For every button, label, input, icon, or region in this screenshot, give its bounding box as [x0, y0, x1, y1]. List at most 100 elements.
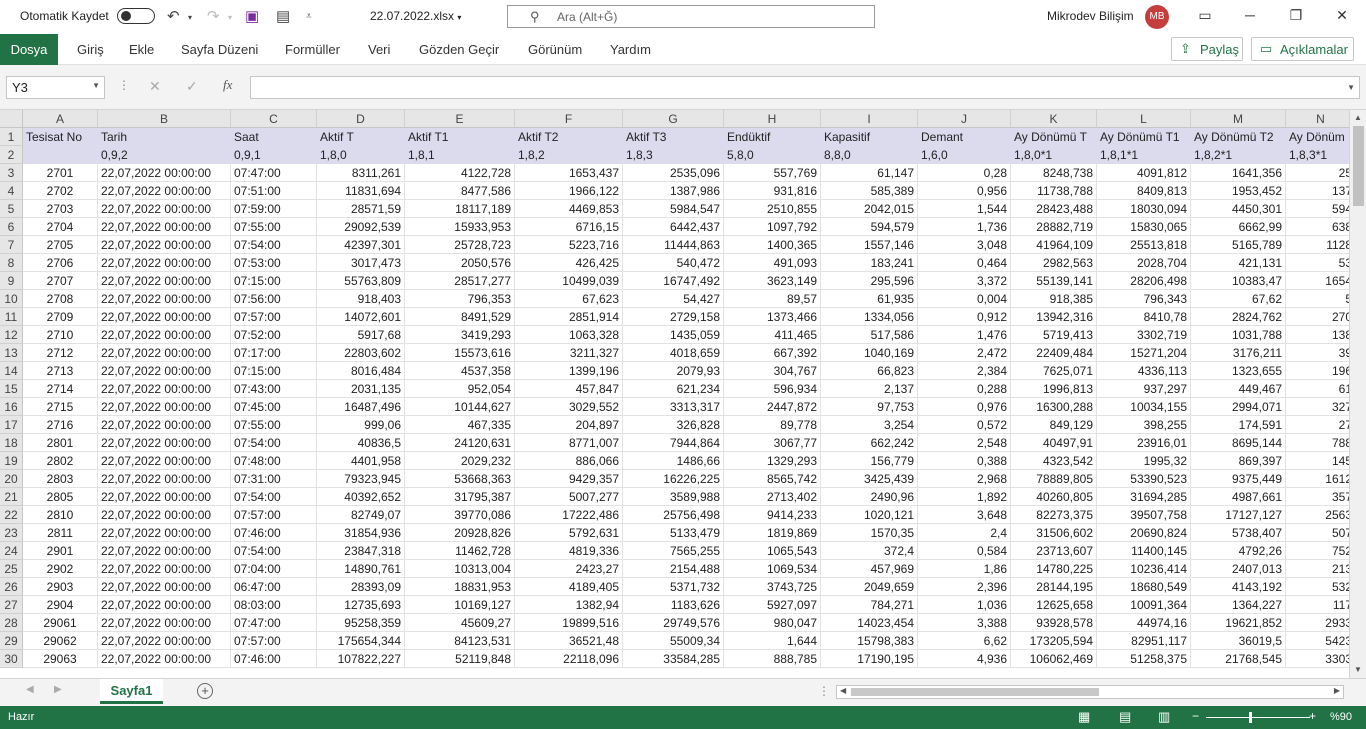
table-cell[interactable]: 8248,738 — [1011, 164, 1097, 182]
table-cell[interactable]: 22,07,2022 00:00:00 — [98, 344, 231, 362]
table-cell[interactable]: 1040,169 — [821, 344, 918, 362]
table-cell[interactable]: 1,86 — [918, 560, 1011, 578]
table-cell[interactable]: 9375,449 — [1191, 470, 1286, 488]
table-cell[interactable]: 3302,719 — [1097, 326, 1191, 344]
table-cell[interactable]: 3303 — [1286, 650, 1349, 668]
table-cell[interactable]: 29062 — [23, 632, 98, 650]
table-cell[interactable]: 39507,758 — [1097, 506, 1191, 524]
row-header[interactable]: 10 — [0, 290, 23, 308]
table-cell[interactable]: 22,07,2022 00:00:00 — [98, 470, 231, 488]
table-cell[interactable]: 2,968 — [918, 470, 1011, 488]
table-cell[interactable]: 2714 — [23, 380, 98, 398]
table-cell[interactable]: 16226,225 — [623, 470, 724, 488]
table-cell[interactable]: 8565,742 — [724, 470, 821, 488]
row-header[interactable]: 14 — [0, 362, 23, 380]
table-cell[interactable]: 07:52:00 — [231, 326, 317, 344]
code-cell[interactable] — [23, 146, 98, 164]
table-cell[interactable]: 2563 — [1286, 506, 1349, 524]
table-cell[interactable]: 10313,004 — [405, 560, 515, 578]
column-header-i[interactable]: I — [821, 110, 918, 128]
row-header[interactable]: 25 — [0, 560, 23, 578]
table-cell[interactable]: 2994,071 — [1191, 398, 1286, 416]
table-cell[interactable]: 3,048 — [918, 236, 1011, 254]
table-cell[interactable]: 421,131 — [1191, 254, 1286, 272]
table-cell[interactable]: 2042,015 — [821, 200, 918, 218]
table-cell[interactable]: 2709 — [23, 308, 98, 326]
table-cell[interactable]: 39770,086 — [405, 506, 515, 524]
table-cell[interactable]: 3029,552 — [515, 398, 623, 416]
table-cell[interactable]: 61,147 — [821, 164, 918, 182]
table-cell[interactable]: 97,753 — [821, 398, 918, 416]
row-header[interactable]: 30 — [0, 650, 23, 668]
vertical-scrollbar[interactable]: ▲ ▼ — [1349, 110, 1366, 678]
table-cell[interactable]: 3,648 — [918, 506, 1011, 524]
table-cell[interactable]: 784,271 — [821, 596, 918, 614]
row-header[interactable]: 19 — [0, 452, 23, 470]
table-cell[interactable]: 4469,853 — [515, 200, 623, 218]
table-cell[interactable]: 15933,953 — [405, 218, 515, 236]
header-cell[interactable]: Aktif T3 — [623, 128, 724, 146]
table-cell[interactable]: 2801 — [23, 434, 98, 452]
table-cell[interactable]: 28206,498 — [1097, 272, 1191, 290]
table-cell[interactable]: 2729,158 — [623, 308, 724, 326]
table-cell[interactable]: 25728,723 — [405, 236, 515, 254]
table-cell[interactable]: 16300,288 — [1011, 398, 1097, 416]
code-cell[interactable]: 1,6,0 — [918, 146, 1011, 164]
row-header[interactable]: 12 — [0, 326, 23, 344]
table-cell[interactable]: 1653,437 — [515, 164, 623, 182]
table-cell[interactable]: 327 — [1286, 398, 1349, 416]
table-cell[interactable]: 1382,94 — [515, 596, 623, 614]
code-cell[interactable]: 0,9,1 — [231, 146, 317, 164]
table-cell[interactable]: 22,07,2022 00:00:00 — [98, 416, 231, 434]
table-cell[interactable]: 0,912 — [918, 308, 1011, 326]
row-header[interactable]: 18 — [0, 434, 23, 452]
save-icon[interactable]: ▣ — [245, 7, 259, 25]
table-cell[interactable]: 1,476 — [918, 326, 1011, 344]
table-cell[interactable]: 13942,316 — [1011, 308, 1097, 326]
table-cell[interactable]: 3623,149 — [724, 272, 821, 290]
prev-sheet-icon[interactable]: ◀ — [26, 684, 34, 695]
table-cell[interactable]: 31506,602 — [1011, 524, 1097, 542]
table-cell[interactable]: 796,343 — [1097, 290, 1191, 308]
table-cell[interactable]: 2715 — [23, 398, 98, 416]
table-cell[interactable]: 07:54:00 — [231, 236, 317, 254]
table-cell[interactable]: 1,736 — [918, 218, 1011, 236]
table-cell[interactable]: 42397,301 — [317, 236, 405, 254]
header-cell[interactable]: Ay Dönümü T — [1011, 128, 1097, 146]
table-cell[interactable]: 1323,655 — [1191, 362, 1286, 380]
table-cell[interactable]: 07:55:00 — [231, 416, 317, 434]
table-cell[interactable]: 82273,375 — [1011, 506, 1097, 524]
table-cell[interactable]: 22,07,2022 00:00:00 — [98, 380, 231, 398]
table-cell[interactable]: 0,004 — [918, 290, 1011, 308]
table-cell[interactable]: 4987,661 — [1191, 488, 1286, 506]
code-cell[interactable]: 1,8,3*1 — [1286, 146, 1349, 164]
table-cell[interactable]: 138 — [1286, 326, 1349, 344]
table-cell[interactable]: 2050,576 — [405, 254, 515, 272]
table-cell[interactable]: 2803 — [23, 470, 98, 488]
redo-icon[interactable]: ↷ — [207, 7, 220, 25]
table-cell[interactable]: 1966,122 — [515, 182, 623, 200]
table-cell[interactable]: 07:57:00 — [231, 632, 317, 650]
table-cell[interactable]: 1995,32 — [1097, 452, 1191, 470]
table-cell[interactable]: 1,544 — [918, 200, 1011, 218]
table-cell[interactable]: 11400,145 — [1097, 542, 1191, 560]
table-cell[interactable]: 411,465 — [724, 326, 821, 344]
insert-function-button[interactable]: fx — [223, 77, 232, 93]
horizontal-scroll-thumb[interactable] — [851, 688, 1099, 696]
table-cell[interactable]: 2824,762 — [1191, 308, 1286, 326]
table-cell[interactable]: 6716,15 — [515, 218, 623, 236]
table-cell[interactable]: 22,07,2022 00:00:00 — [98, 272, 231, 290]
table-cell[interactable]: 54,427 — [623, 290, 724, 308]
table-cell[interactable]: 372,4 — [821, 542, 918, 560]
table-cell[interactable]: 22,07,2022 00:00:00 — [98, 650, 231, 668]
row-header[interactable]: 24 — [0, 542, 23, 560]
table-cell[interactable]: 67,623 — [515, 290, 623, 308]
table-cell[interactable]: 8409,813 — [1097, 182, 1191, 200]
table-cell[interactable]: 22,07,2022 00:00:00 — [98, 326, 231, 344]
table-cell[interactable]: 07:43:00 — [231, 380, 317, 398]
customize-quick-access-icon[interactable]: ⩡ — [306, 11, 312, 22]
table-cell[interactable]: 2,396 — [918, 578, 1011, 596]
table-cell[interactable]: 19621,852 — [1191, 614, 1286, 632]
table-cell[interactable]: 53668,363 — [405, 470, 515, 488]
table-cell[interactable]: 2510,855 — [724, 200, 821, 218]
